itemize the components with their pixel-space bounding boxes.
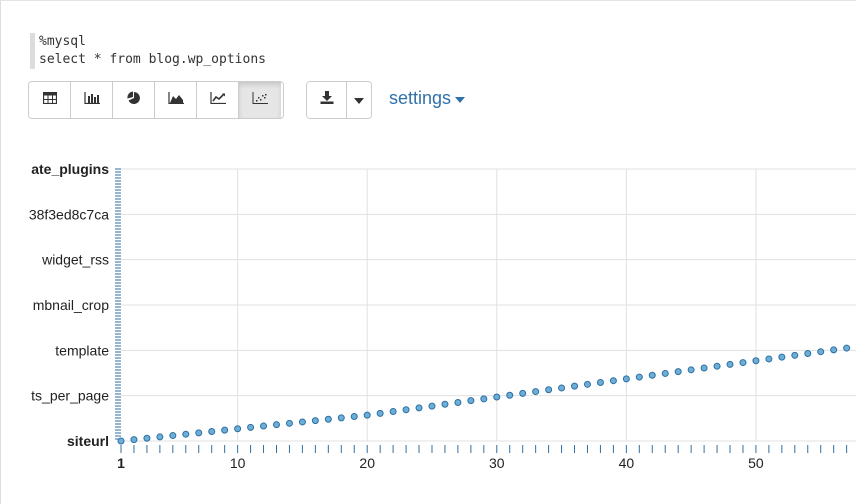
download-options-button[interactable] bbox=[347, 82, 371, 118]
data-point bbox=[402, 406, 410, 414]
pie-chart-button[interactable] bbox=[113, 82, 155, 118]
data-point bbox=[247, 423, 255, 431]
data-point bbox=[272, 421, 280, 429]
data-point bbox=[467, 397, 475, 405]
x-tick-label: 10 bbox=[230, 455, 246, 471]
data-point bbox=[571, 382, 579, 390]
x-tick-label: 20 bbox=[359, 455, 375, 471]
data-point bbox=[169, 432, 177, 440]
data-point bbox=[519, 389, 527, 397]
pie-chart-icon bbox=[126, 91, 141, 110]
data-point bbox=[558, 384, 566, 392]
data-point bbox=[804, 350, 812, 358]
settings-dropdown[interactable]: settings bbox=[389, 88, 466, 109]
data-point bbox=[752, 357, 760, 365]
visualization-toolbar bbox=[28, 81, 284, 119]
x-tick-label: 50 bbox=[748, 455, 764, 471]
data-point bbox=[713, 362, 721, 370]
data-point bbox=[389, 408, 397, 416]
data-point bbox=[234, 425, 242, 433]
editor-line-2: select * from blog.wp_options bbox=[39, 52, 266, 67]
data-point bbox=[298, 418, 306, 426]
data-point bbox=[195, 429, 203, 437]
data-point bbox=[260, 422, 268, 430]
data-point bbox=[700, 364, 708, 372]
data-point bbox=[635, 373, 643, 381]
data-point bbox=[415, 404, 423, 412]
data-point bbox=[480, 395, 488, 403]
table-view-button[interactable] bbox=[29, 82, 71, 118]
data-point bbox=[596, 379, 604, 387]
y-tick-label: widget_rss bbox=[41, 252, 109, 268]
area-chart-icon bbox=[167, 91, 184, 109]
data-point bbox=[817, 348, 825, 356]
download-toolbar bbox=[306, 81, 372, 119]
data-point bbox=[363, 411, 371, 419]
data-point bbox=[221, 426, 229, 434]
download-button[interactable] bbox=[307, 82, 347, 118]
data-point bbox=[843, 344, 851, 352]
data-point bbox=[622, 375, 630, 383]
settings-label: settings bbox=[389, 88, 452, 108]
data-point bbox=[765, 355, 773, 363]
y-tick-label: siteurl bbox=[67, 433, 109, 449]
data-point bbox=[583, 380, 591, 388]
line-chart-button[interactable] bbox=[197, 82, 239, 118]
editor-line-1: %mysql bbox=[39, 34, 86, 49]
bar-chart-icon bbox=[83, 91, 100, 109]
y-tick-label: ate_plugins bbox=[31, 161, 109, 177]
data-point bbox=[156, 433, 164, 441]
data-point bbox=[337, 414, 345, 422]
y-tick-label: mbnail_crop bbox=[33, 297, 109, 313]
area-chart-button[interactable] bbox=[155, 82, 197, 118]
data-point bbox=[661, 369, 669, 377]
paragraph-panel: %mysql select * from blog.wp_options set… bbox=[0, 0, 856, 504]
line-chart-icon bbox=[209, 91, 226, 109]
y-tick-label: ts_per_page bbox=[31, 388, 109, 404]
scatter-chart-button[interactable] bbox=[239, 82, 281, 118]
data-point bbox=[350, 413, 358, 421]
data-point bbox=[285, 419, 293, 427]
data-point bbox=[648, 371, 656, 379]
code-editor[interactable]: %mysql select * from blog.wp_options bbox=[30, 33, 439, 69]
y-tick-label: template bbox=[55, 342, 109, 358]
data-point bbox=[493, 393, 501, 401]
x-tick-label: 30 bbox=[489, 455, 505, 471]
data-point bbox=[117, 437, 125, 445]
scatter-chart: siteurl ts_per_page template mbnail_crop wid… bbox=[29, 161, 856, 471]
x-tick-label: 1 bbox=[117, 455, 125, 471]
download-icon bbox=[320, 91, 334, 109]
data-point bbox=[311, 417, 319, 425]
x-tick-label: 40 bbox=[619, 455, 635, 471]
bar-chart-button[interactable] bbox=[71, 82, 113, 118]
data-point bbox=[324, 415, 332, 423]
y-tick-label: 38f3ed8c7ca bbox=[29, 206, 109, 222]
settings-caret-icon bbox=[455, 96, 466, 103]
data-point bbox=[674, 368, 682, 376]
data-point bbox=[778, 353, 786, 361]
data-point bbox=[687, 366, 695, 374]
data-point bbox=[739, 359, 747, 367]
data-point bbox=[182, 430, 190, 438]
data-point bbox=[428, 402, 436, 410]
data-point bbox=[454, 398, 462, 406]
data-point bbox=[532, 388, 540, 396]
data-point bbox=[830, 346, 838, 354]
caret-down-icon bbox=[354, 91, 364, 109]
data-point bbox=[143, 434, 151, 442]
scatter-chart-icon bbox=[252, 91, 268, 109]
data-point bbox=[791, 351, 799, 359]
data-point bbox=[441, 400, 449, 408]
data-point bbox=[130, 436, 138, 444]
data-point bbox=[545, 386, 553, 394]
data-point bbox=[208, 427, 216, 435]
data-point bbox=[376, 409, 384, 417]
data-point bbox=[506, 391, 514, 399]
table-icon bbox=[42, 91, 57, 109]
data-point bbox=[726, 360, 734, 368]
data-point bbox=[609, 377, 617, 385]
